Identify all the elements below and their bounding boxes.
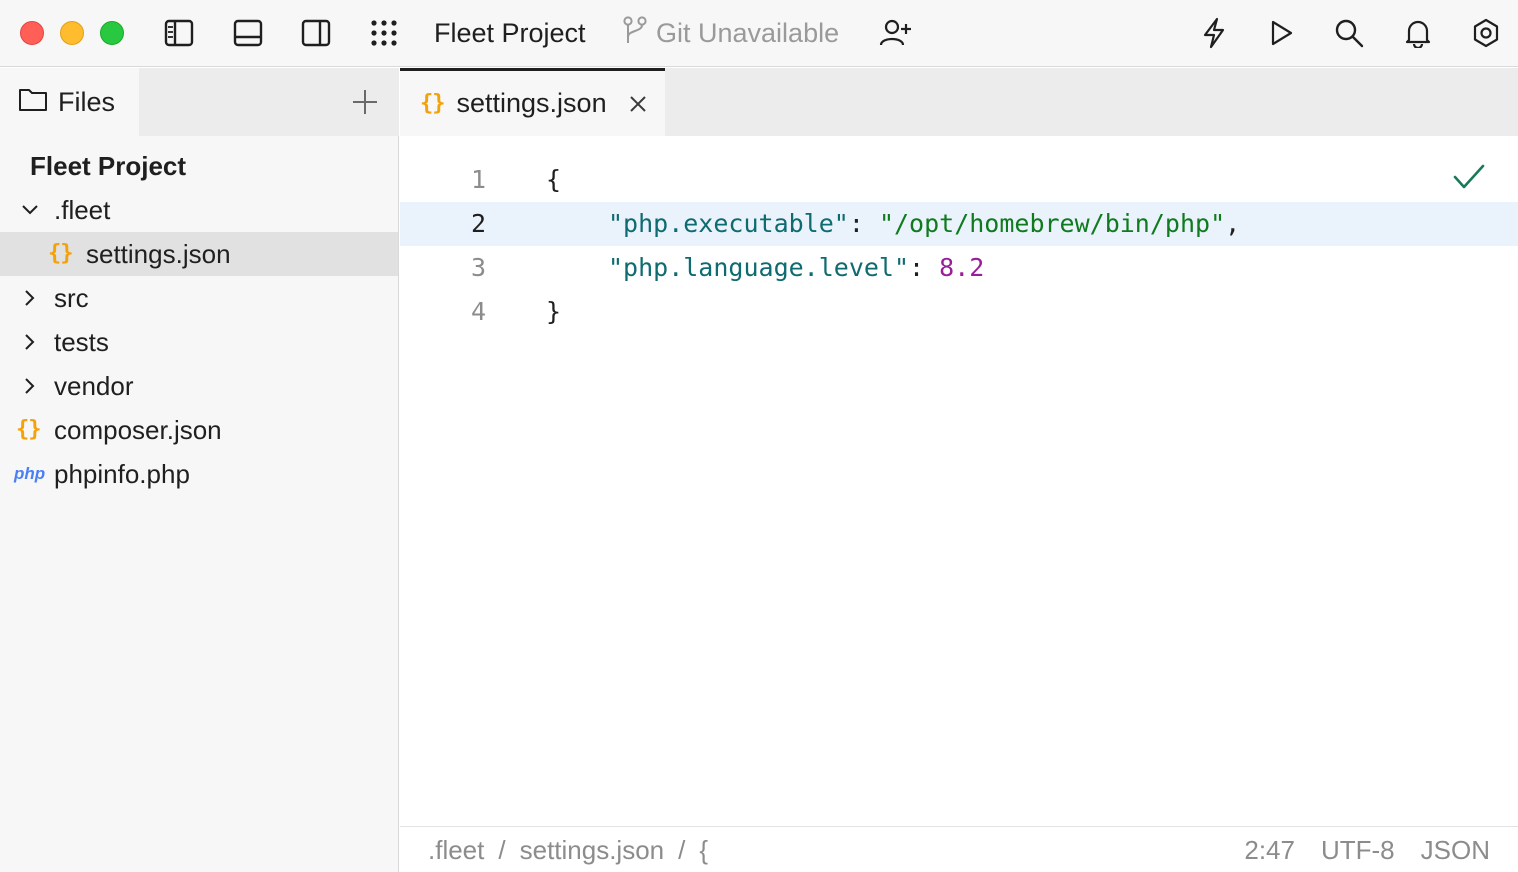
tree-item-label: src bbox=[54, 283, 89, 313]
close-icon[interactable] bbox=[625, 91, 651, 117]
lightning-icon[interactable] bbox=[1195, 14, 1233, 52]
json-comma: , bbox=[1225, 209, 1241, 238]
tree-item-label: phpinfo.php bbox=[54, 459, 190, 489]
tab-label: settings.json bbox=[456, 88, 607, 118]
tools-grid-icon[interactable] bbox=[365, 14, 403, 52]
add-collaborator-icon[interactable] bbox=[877, 14, 915, 52]
file-encoding[interactable]: UTF-8 bbox=[1321, 835, 1395, 866]
cursor-position[interactable]: 2:47 bbox=[1244, 835, 1295, 866]
tree-item-vendor[interactable]: vendor bbox=[0, 364, 398, 408]
toggle-bottom-panel-icon[interactable] bbox=[229, 14, 267, 52]
settings-icon[interactable] bbox=[1467, 14, 1505, 52]
window-close-button[interactable] bbox=[20, 21, 44, 45]
code-line-current[interactable]: 2 "php.executable": "/opt/homebrew/bin/p… bbox=[400, 202, 1518, 246]
tree-item-composer-json[interactable]: {} composer.json bbox=[0, 408, 398, 452]
search-icon[interactable] bbox=[1330, 14, 1368, 52]
tree-item-label: settings.json bbox=[86, 239, 231, 269]
breadcrumb: .fleet / settings.json / { bbox=[428, 835, 708, 866]
git-branch-icon bbox=[622, 15, 648, 52]
files-panel: Files Fleet Project .fleet {} settings.j… bbox=[0, 68, 399, 872]
toggle-left-panel-icon[interactable] bbox=[160, 14, 198, 52]
php-file-icon: php bbox=[14, 464, 46, 483]
code-line[interactable]: 4 } bbox=[400, 290, 1518, 334]
tree-item-label: vendor bbox=[54, 371, 134, 401]
json-separator: : bbox=[909, 253, 940, 282]
chevron-down-icon[interactable] bbox=[20, 200, 40, 220]
json-key: "php.executable" bbox=[608, 209, 849, 238]
file-language[interactable]: JSON bbox=[1421, 835, 1490, 866]
status-right: 2:47 UTF-8 JSON bbox=[1244, 835, 1490, 866]
git-status-label: Git Unavailable bbox=[656, 17, 840, 48]
window-maximize-button[interactable] bbox=[100, 21, 124, 45]
chevron-right-icon[interactable] bbox=[20, 332, 40, 352]
tab-settings-json[interactable]: {} settings.json bbox=[400, 68, 665, 136]
files-tab[interactable]: Files bbox=[0, 68, 139, 136]
chevron-right-icon[interactable] bbox=[20, 376, 40, 396]
folder-icon bbox=[18, 86, 48, 119]
code-line[interactable]: 3 "php.language.level": 8.2 bbox=[400, 246, 1518, 290]
toggle-right-panel-icon[interactable] bbox=[297, 14, 335, 52]
line-number: 3 bbox=[470, 253, 486, 282]
tree-item-label: tests bbox=[54, 327, 109, 357]
code-editor[interactable]: 1 { 2 "php.executable": "/opt/homebrew/b… bbox=[400, 158, 1518, 334]
add-panel-icon[interactable] bbox=[346, 83, 384, 121]
project-title[interactable]: Fleet Project bbox=[434, 16, 586, 50]
file-tree: Fleet Project .fleet {} settings.json sr… bbox=[0, 144, 398, 496]
json-file-icon: {} bbox=[16, 417, 42, 442]
breadcrumb-item[interactable]: { bbox=[699, 835, 708, 866]
project-root[interactable]: Fleet Project bbox=[0, 144, 398, 188]
tree-item-settings-json[interactable]: {} settings.json bbox=[0, 232, 398, 276]
editor-tab-bar: {} settings.json bbox=[400, 68, 1518, 136]
json-key: "php.language.level" bbox=[608, 253, 910, 282]
status-bar: .fleet / settings.json / { 2:47 UTF-8 JS… bbox=[400, 826, 1518, 872]
breadcrumb-separator: / bbox=[498, 835, 506, 865]
chevron-right-icon[interactable] bbox=[20, 288, 40, 308]
line-number: 4 bbox=[470, 297, 486, 326]
code-text: "php.language.level": 8.2 bbox=[608, 246, 984, 290]
tree-item-fleet[interactable]: .fleet bbox=[0, 188, 398, 232]
run-icon[interactable] bbox=[1262, 14, 1300, 52]
json-file-icon: {} bbox=[48, 241, 74, 266]
breadcrumb-item[interactable]: settings.json bbox=[520, 835, 665, 866]
bell-icon[interactable] bbox=[1399, 14, 1437, 52]
tree-item-tests[interactable]: tests bbox=[0, 320, 398, 364]
code-text: } bbox=[546, 297, 562, 326]
line-number: 1 bbox=[470, 165, 486, 194]
json-number-value: 8.2 bbox=[939, 253, 985, 282]
json-separator: : bbox=[848, 209, 879, 238]
editor-area: {} settings.json 1 { 2 "php.executable":… bbox=[400, 68, 1518, 872]
files-tab-label: Files bbox=[58, 86, 116, 117]
json-string-value: "/opt/homebrew/bin/php" bbox=[878, 209, 1226, 238]
tree-item-label: composer.json bbox=[54, 415, 222, 445]
line-number: 2 bbox=[470, 209, 486, 238]
breadcrumb-separator: / bbox=[678, 835, 686, 865]
breadcrumb-item[interactable]: .fleet bbox=[428, 835, 484, 866]
code-text: "php.executable": "/opt/homebrew/bin/php… bbox=[608, 202, 1240, 246]
code-text: { bbox=[546, 165, 562, 194]
json-file-icon: {} bbox=[420, 91, 445, 116]
title-bar: Fleet Project Git Unavailable bbox=[0, 0, 1518, 67]
tree-item-phpinfo-php[interactable]: php phpinfo.php bbox=[0, 452, 398, 496]
window-minimize-button[interactable] bbox=[60, 21, 84, 45]
code-line[interactable]: 1 { bbox=[400, 158, 1518, 202]
git-status[interactable]: Git Unavailable bbox=[622, 14, 839, 52]
tree-item-src[interactable]: src bbox=[0, 276, 398, 320]
tree-item-label: .fleet bbox=[54, 195, 111, 225]
